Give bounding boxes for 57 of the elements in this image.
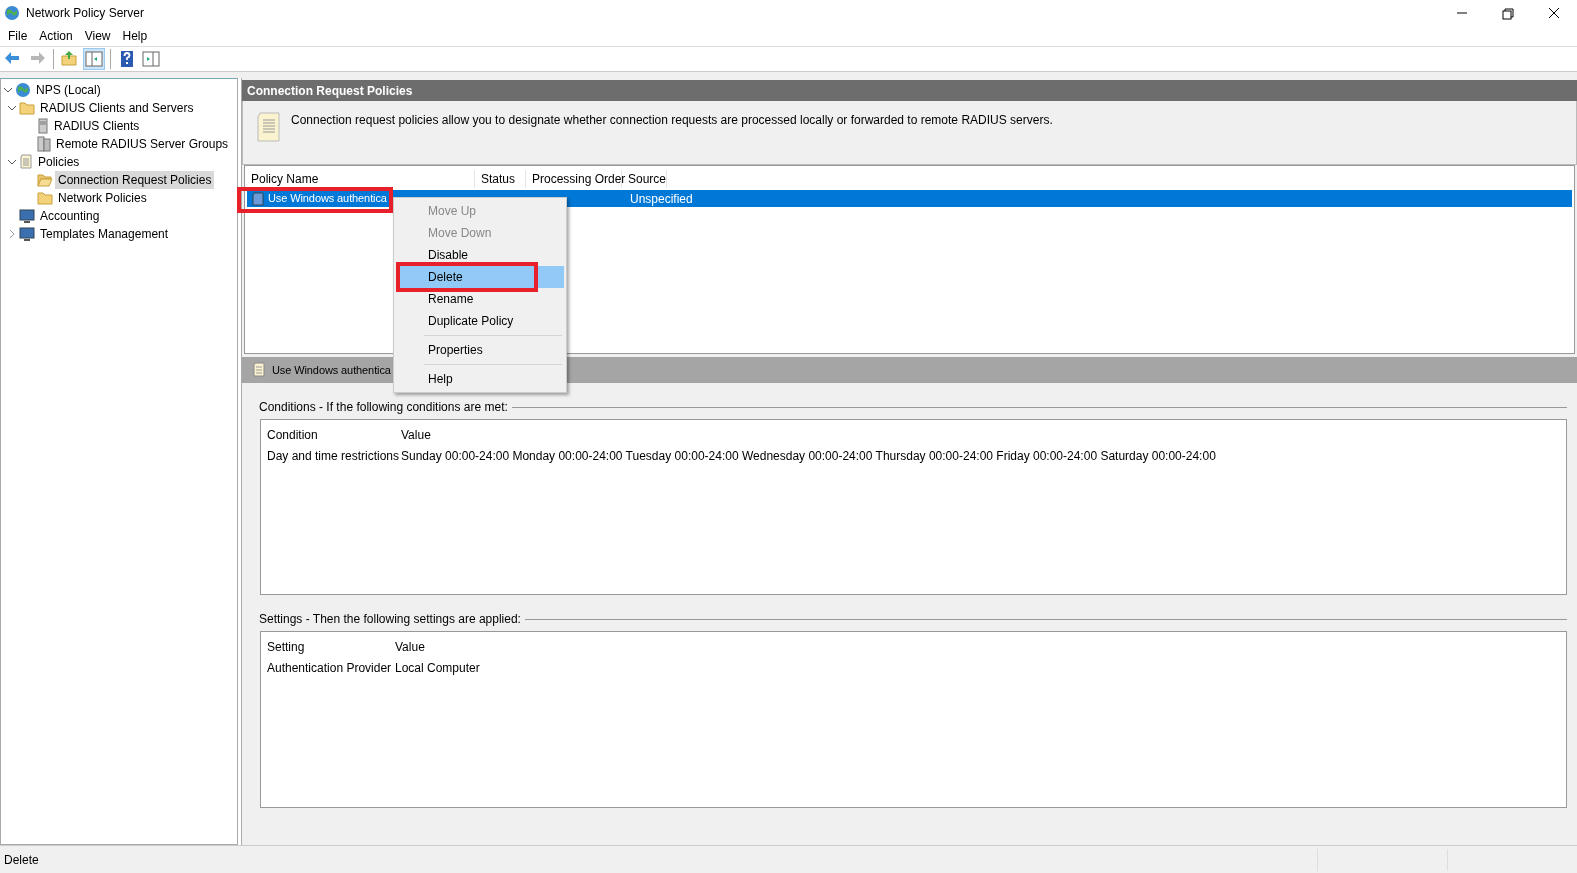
folder-icon <box>37 191 53 205</box>
panel-button[interactable] <box>140 48 162 70</box>
tree-item[interactable]: Accounting <box>37 207 103 225</box>
menu-item[interactable]: Help <box>116 27 154 45</box>
menu-item[interactable]: File <box>2 27 34 45</box>
tree-item[interactable]: Templates Management <box>37 225 172 243</box>
column-header[interactable]: Policy Name <box>245 170 475 188</box>
folder-icon <box>19 101 35 115</box>
column-header[interactable]: Setting <box>267 637 395 656</box>
window-title: Network Policy Server <box>26 5 145 22</box>
column-header[interactable]: Condition <box>267 425 401 444</box>
table-cell-text: Day and time restrictions <box>267 447 401 465</box>
computer-icon <box>19 226 35 242</box>
status-text: Delete <box>3 851 40 869</box>
section-heading: Conditions - If the following conditions are met: <box>259 399 508 416</box>
chevron-icon[interactable] <box>3 85 13 95</box>
table-cell-text: Local Computer <box>395 659 480 677</box>
tree-item[interactable]: NPS (Local) <box>33 81 104 99</box>
table-cell-text: Sunday 00:00-24:00 Monday 00:00-24:00 Tuesday 00:00-24:00 Wednesday 00:00-24:00 Thursday 00:00-24:00 Friday 00:00-24:00 Saturday 00:00-24:00 <box>401 447 1216 465</box>
folder-arrow-icon <box>60 49 80 69</box>
panel-icon <box>141 49 161 69</box>
table-cell-text: Authentication Provider <box>267 659 393 677</box>
tree-item[interactable]: Remote RADIUS Server Groups <box>53 135 232 153</box>
policy-source: Unspecified <box>629 190 693 208</box>
server-icon <box>37 136 51 152</box>
column-header[interactable]: Status <box>475 170 526 188</box>
restore-icon <box>1500 6 1516 20</box>
policy-name: Use Windows authentica <box>268 191 387 207</box>
computer-icon <box>19 208 35 224</box>
chevron-icon[interactable] <box>7 157 17 167</box>
menu-item[interactable]: View <box>78 27 117 45</box>
tree-item[interactable]: Connection Request Policies <box>55 171 215 189</box>
panel-button[interactable] <box>83 48 105 70</box>
close-icon <box>1546 6 1562 20</box>
menu-item[interactable]: Properties <box>396 339 564 361</box>
tree-item[interactable]: Network Policies <box>55 189 150 207</box>
folder-icon <box>37 173 53 187</box>
column-header[interactable]: Value <box>401 425 431 444</box>
section-heading: Settings - Then the following settings are applied: <box>259 611 521 628</box>
server-icon <box>37 118 49 134</box>
tree-item[interactable]: RADIUS Clients <box>51 117 143 135</box>
menu-item[interactable]: Action <box>33 27 79 45</box>
panel-icon <box>84 49 104 69</box>
description-text: Connection request policies allow you to designate whether connection requests are processed locally or forwarded to remote RADIUS servers. <box>291 112 1053 129</box>
globe-icon <box>4 5 20 21</box>
globe-icon <box>15 82 31 98</box>
policy-row[interactable]: Use Windows authentica Unspecified <box>247 190 1572 207</box>
column-header[interactable]: Value <box>395 637 425 656</box>
menu-item[interactable]: Rename <box>396 288 564 310</box>
chevron-icon[interactable] <box>7 103 17 113</box>
details-title: Use Windows authentica <box>272 362 391 378</box>
panel-title: Connection Request Policies <box>242 80 1577 101</box>
tree-item[interactable]: Policies <box>35 153 83 171</box>
menu-item[interactable]: Duplicate Policy <box>396 310 564 332</box>
menu-item[interactable]: Disable <box>396 244 564 266</box>
tree-item[interactable]: RADIUS Clients and Servers <box>37 99 197 117</box>
menu-item[interactable]: Help <box>396 368 564 390</box>
